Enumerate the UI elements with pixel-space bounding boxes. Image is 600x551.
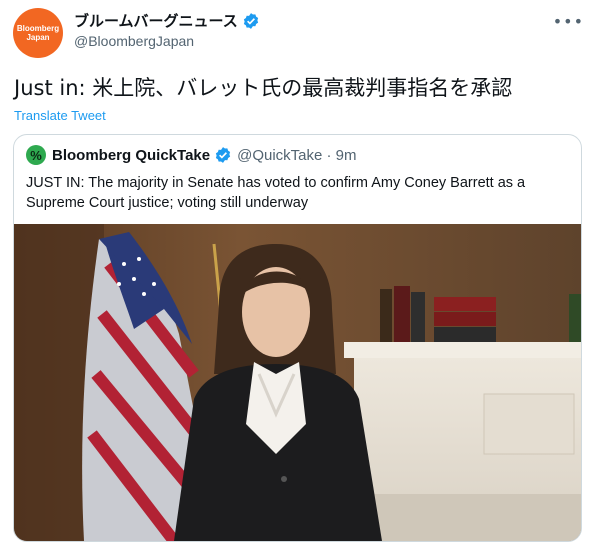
quoted-tweet-text: JUST IN: The majority in Senate has vote… xyxy=(26,175,526,211)
author-display-name: ブルームバーグニュース xyxy=(74,12,238,30)
quoted-author-name: Bloomberg QuickTake xyxy=(52,146,211,164)
translate-tweet-link[interactable]: Translate Tweet xyxy=(14,108,106,123)
quoted-handle-time: @QuickTake · 9m xyxy=(237,146,357,164)
avatar-text-line2: Japan xyxy=(26,33,50,42)
quoted-tweet-card[interactable]: % Bloomberg QuickTake @QuickTake · 9m JU… xyxy=(13,134,582,542)
tweet-text: Just in: 米上院、バレット氏の最高裁判事指名を承認 xyxy=(14,76,513,100)
fireplace-mantle xyxy=(344,342,581,541)
author-display-name-row[interactable]: ブルームバーグニュース xyxy=(74,10,260,31)
more-options-icon[interactable]: ••• xyxy=(553,12,584,31)
author-handle[interactable]: @BloombergJapan xyxy=(74,33,194,49)
quoted-tweet-header: % Bloomberg QuickTake @QuickTake · 9m xyxy=(26,145,357,165)
quoted-tweet-photo[interactable] xyxy=(14,224,581,541)
verified-badge-icon xyxy=(215,147,231,163)
quicktake-logo-icon: % xyxy=(26,145,46,165)
author-avatar[interactable]: Bloomberg Japan xyxy=(13,8,63,58)
verified-badge-icon xyxy=(243,12,258,29)
avatar-text-line1: Bloomberg xyxy=(16,24,60,33)
